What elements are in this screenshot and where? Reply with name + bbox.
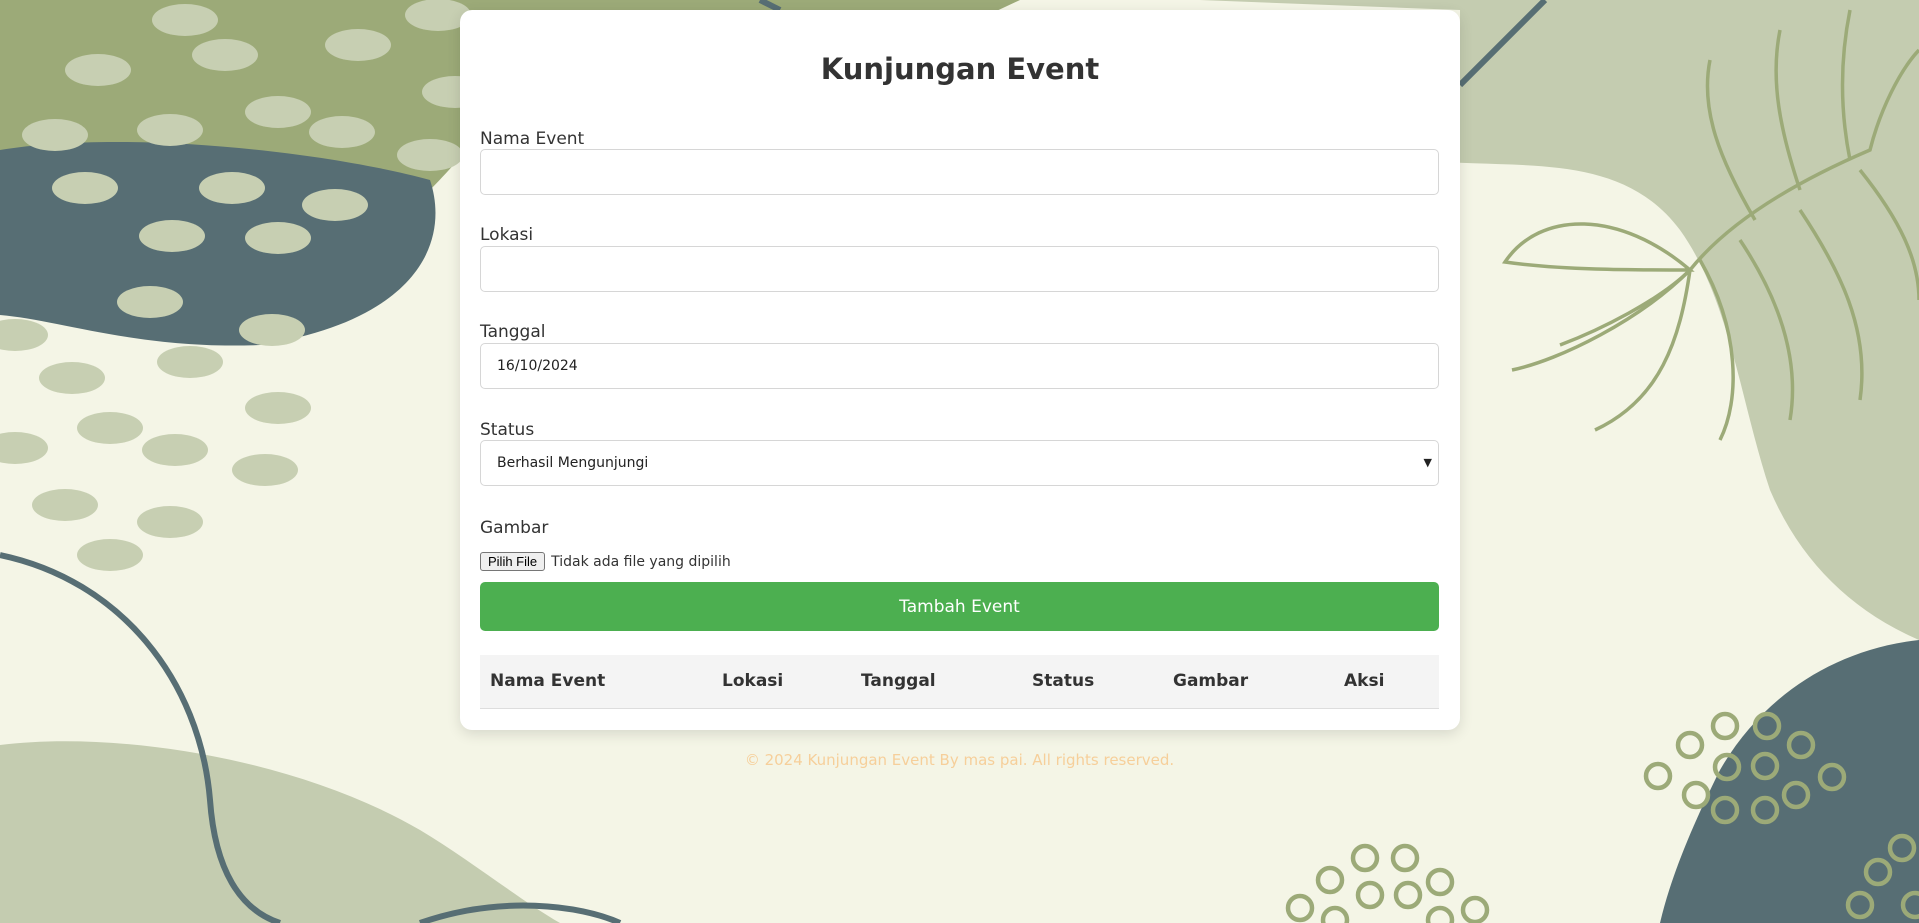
add-event-button[interactable]: Tambah Event (480, 582, 1439, 631)
file-input: Pilih File Tidak ada file yang dipilih (480, 552, 731, 571)
lokasi-input[interactable] (480, 246, 1439, 292)
nama-event-input[interactable] (480, 149, 1439, 195)
file-status-text: Tidak ada file yang dipilih (551, 553, 731, 570)
column-header-aksi: Aksi (1344, 671, 1385, 691)
column-header-status: Status (1032, 671, 1095, 691)
nama-event-label: Nama Event (480, 129, 585, 149)
column-header-nama-event: Nama Event (490, 671, 606, 691)
column-header-tanggal: Tanggal (861, 671, 936, 691)
status-label: Status (480, 420, 535, 440)
tanggal-input[interactable]: 16/10/2024 (480, 343, 1439, 389)
choose-file-button[interactable]: Pilih File (480, 552, 546, 571)
lokasi-label: Lokasi (480, 225, 534, 245)
tanggal-value: 16/10/2024 (497, 358, 578, 374)
page-title: Kunjungan Event (820, 52, 1100, 86)
status-selected-value: Berhasil Mengunjungi (497, 455, 649, 471)
tanggal-label: Tanggal (480, 322, 546, 342)
events-table-header: Nama Event Lokasi Tanggal Status Gambar … (480, 655, 1439, 709)
event-form-card: Kunjungan Event Nama Event Lokasi Tangga… (460, 10, 1460, 730)
column-header-gambar: Gambar (1173, 671, 1249, 691)
footer-copyright: © 2024 Kunjungan Event By mas pai. All r… (744, 751, 1175, 769)
status-select[interactable]: Berhasil Mengunjungi ▼ (480, 440, 1439, 486)
column-header-lokasi: Lokasi (722, 671, 784, 691)
gambar-label: Gambar (480, 518, 549, 538)
chevron-down-icon: ▼ (1423, 456, 1432, 469)
